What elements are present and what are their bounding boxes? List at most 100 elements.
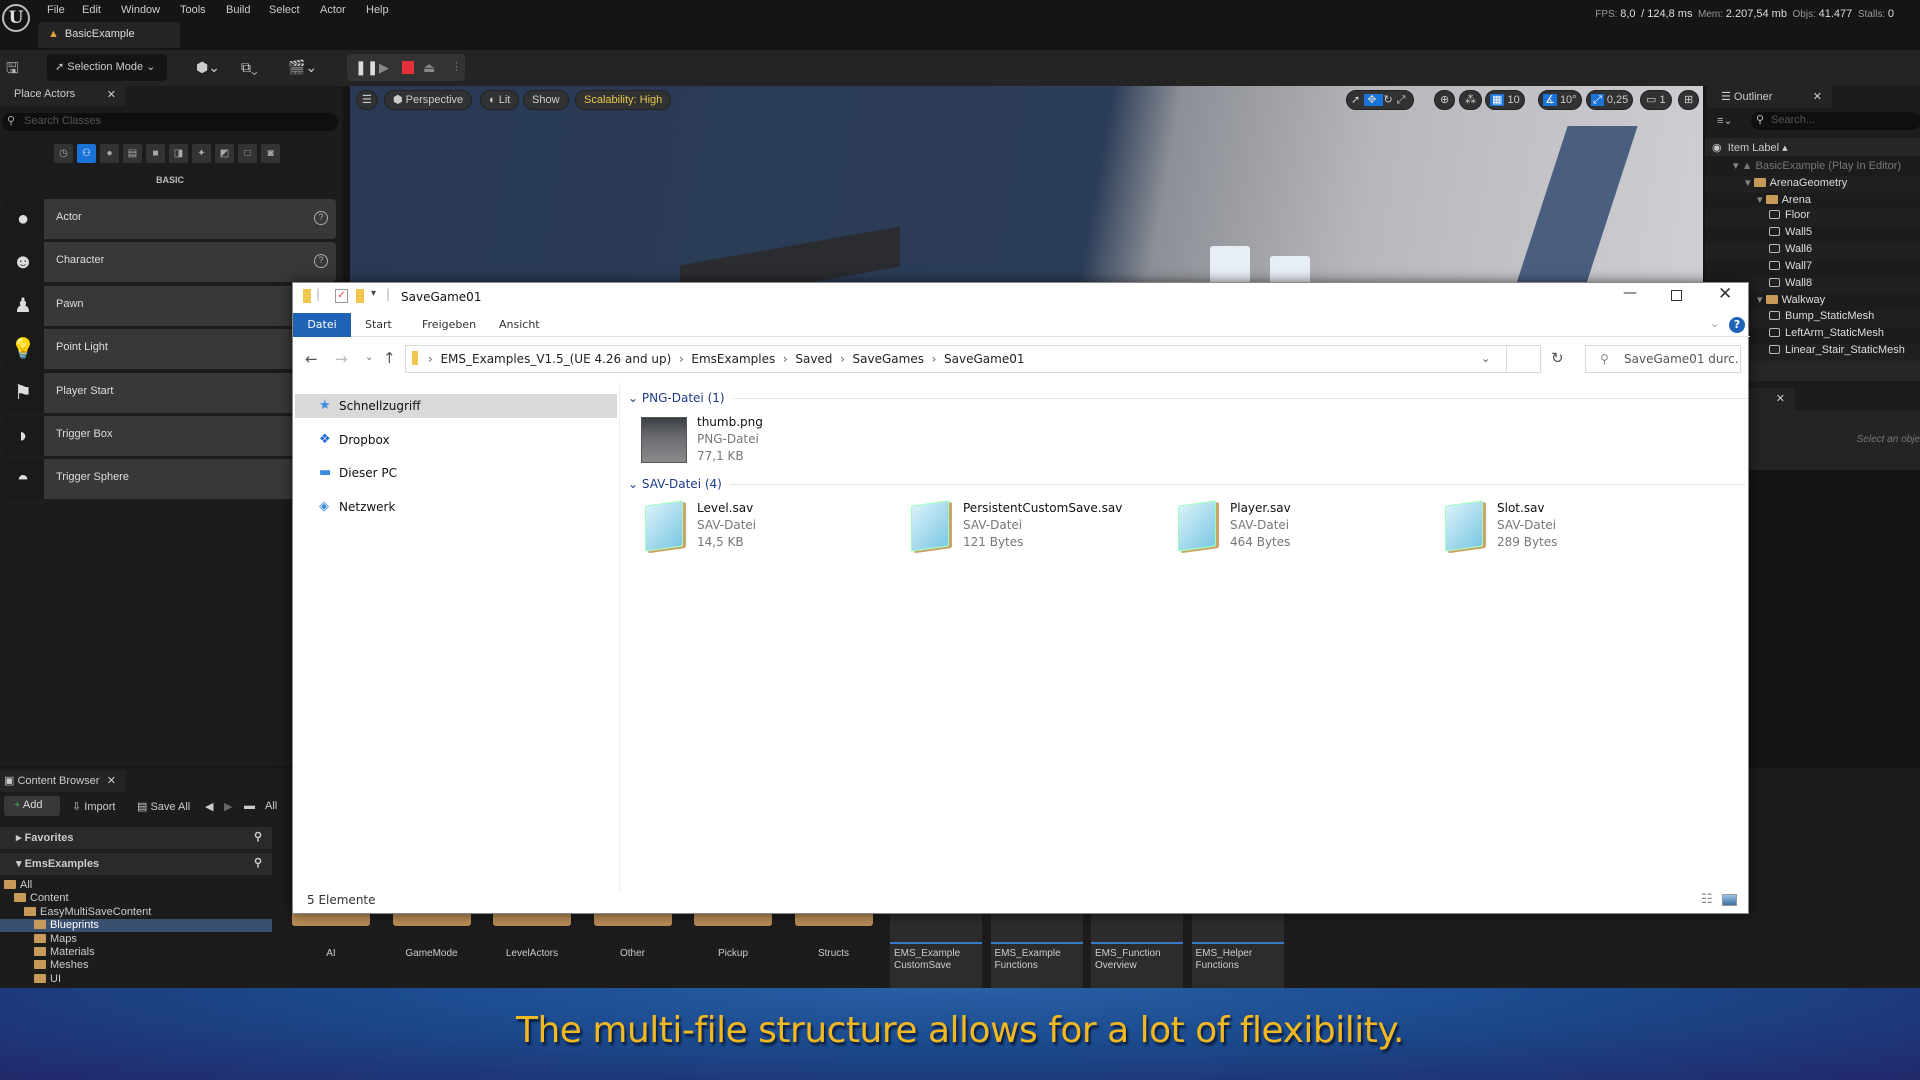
- recent-icon[interactable]: ◷: [54, 144, 73, 163]
- unreal-logo-icon[interactable]: U: [2, 4, 30, 32]
- forward-icon[interactable]: →: [335, 350, 348, 368]
- menu-actor[interactable]: Actor: [320, 4, 346, 16]
- rotation-snap-toggle[interactable]: ∡ 10°: [1538, 90, 1582, 110]
- group-header-png[interactable]: ⌄ PNG-Datei (1): [628, 391, 1748, 405]
- new-folder-icon[interactable]: [356, 289, 364, 303]
- folder-tree-item[interactable]: Blueprints: [0, 919, 272, 933]
- actor-item[interactable]: 💡 Point Light: [2, 329, 336, 369]
- actor-item[interactable]: ◓ Trigger Sphere: [2, 459, 336, 499]
- lit-button[interactable]: ◐ Lit: [480, 90, 520, 110]
- outliner-row[interactable]: ▾ ▲ BasicExample (Play In Editor): [1705, 159, 1920, 176]
- minimize-button[interactable]: —: [1623, 285, 1637, 301]
- volumes-icon[interactable]: ✦: [192, 144, 211, 163]
- quick-access-dropdown-icon[interactable]: ▾: [371, 288, 376, 299]
- details-view-icon[interactable]: ☷: [1701, 892, 1713, 907]
- menu-file[interactable]: File: [47, 4, 65, 16]
- back-icon[interactable]: ←: [305, 350, 318, 368]
- world-local-icon[interactable]: ⊕: [1434, 90, 1456, 110]
- content-browser-tab[interactable]: ▣ Content Browser ✕: [0, 770, 126, 792]
- select-icon[interactable]: ➚: [1351, 94, 1364, 106]
- folder-tree-item[interactable]: Meshes: [0, 959, 272, 972]
- stop-icon[interactable]: [402, 61, 414, 74]
- forward-icon[interactable]: ▶: [224, 800, 232, 813]
- level-tab[interactable]: ▲ BasicExample: [38, 22, 180, 48]
- menu-tools[interactable]: Tools: [180, 4, 206, 16]
- nav-dieser-pc[interactable]: ▬ Dieser PC: [295, 461, 617, 485]
- tab-ansicht[interactable]: Ansicht: [487, 313, 552, 337]
- refresh-icon[interactable]: ↻: [1551, 349, 1564, 367]
- outliner-row[interactable]: ▾ ArenaGeometry: [1705, 175, 1920, 193]
- project-section[interactable]: ▾ EmsExamples ⚲: [0, 853, 272, 875]
- close-button[interactable]: ✕: [1718, 284, 1732, 304]
- eject-icon[interactable]: ⏏: [423, 54, 435, 81]
- file-item[interactable]: Player.sav SAV-Datei 464 Bytes: [1174, 500, 1414, 555]
- favorites-section[interactable]: ▸ Favorites ⚲: [0, 827, 272, 849]
- actor-item[interactable]: ⚑ Player Start: [2, 373, 336, 413]
- save-icon[interactable]: 🖫: [6, 58, 19, 83]
- folder-tree-item[interactable]: Maps: [0, 933, 272, 946]
- cinematic-icon[interactable]: ▤: [123, 144, 142, 163]
- step-icon[interactable]: ▶: [379, 54, 389, 81]
- search-icon[interactable]: ⚲: [254, 830, 262, 843]
- search-icon[interactable]: ⚲: [254, 856, 262, 869]
- grid-snap-toggle[interactable]: ▦ 10: [1485, 90, 1525, 110]
- expand-arrow-icon[interactable]: ▾: [1733, 160, 1742, 172]
- expand-arrow-icon[interactable]: ▾: [1757, 294, 1766, 306]
- breadcrumb-item[interactable]: Saved: [795, 352, 832, 366]
- help-icon[interactable]: ?: [1729, 317, 1745, 333]
- pause-icon[interactable]: ❚❚: [355, 54, 378, 81]
- menu-build[interactable]: Build: [226, 4, 250, 16]
- viewport-menu-icon[interactable]: ☰: [356, 90, 378, 110]
- outliner-row[interactable]: Floor: [1705, 209, 1920, 227]
- close-icon[interactable]: ✕: [1813, 90, 1822, 103]
- tab-freigeben[interactable]: Freigeben: [410, 313, 488, 337]
- maximize-button[interactable]: [1671, 290, 1682, 301]
- folder-tile-label[interactable]: LevelActors: [487, 948, 577, 959]
- recent-locations-icon[interactable]: ⌄: [365, 352, 373, 363]
- import-button[interactable]: ⇩ Import: [72, 800, 115, 813]
- nav-dropbox[interactable]: ❖ Dropbox: [295, 428, 617, 452]
- selection-mode-dropdown[interactable]: ➚ Selection Mode ⌄: [47, 54, 167, 81]
- layout-icon[interactable]: ⊞: [1678, 90, 1700, 110]
- basic-icon[interactable]: ⚇: [77, 144, 96, 163]
- folder-tile-label[interactable]: Structs: [789, 948, 879, 959]
- search-classes-input[interactable]: ⚲ Search Classes: [2, 113, 338, 131]
- help-icon[interactable]: ?: [314, 211, 328, 225]
- file-item[interactable]: PersistentCustomSave.sav SAV-Datei 121 B…: [907, 500, 1147, 555]
- properties-icon[interactable]: ✓: [335, 289, 348, 303]
- show-button[interactable]: Show: [523, 90, 569, 110]
- scale-icon[interactable]: ⤢: [1397, 94, 1410, 106]
- visual-effects-icon[interactable]: ■: [146, 144, 165, 163]
- misc-icon[interactable]: ◙: [261, 144, 280, 163]
- folder-tree-item[interactable]: Materials: [0, 946, 272, 959]
- filter-icon[interactable]: ≡⌄: [1717, 114, 1733, 127]
- breadcrumb-item[interactable]: SaveGames: [853, 352, 924, 366]
- outliner-row[interactable]: Wall6: [1705, 243, 1920, 260]
- breadcrumb-item[interactable]: EmsExamples: [691, 352, 775, 366]
- folder-tile-label[interactable]: Other: [588, 948, 678, 959]
- actor-item[interactable]: ◗ Trigger Box: [2, 416, 336, 456]
- actor-item[interactable]: ☻ Character?: [2, 242, 336, 282]
- menu-window[interactable]: Window: [121, 4, 160, 16]
- camera-speed-button[interactable]: ▭ 1: [1640, 90, 1672, 110]
- more-icon[interactable]: ⋮: [451, 54, 462, 81]
- place-actors-tab[interactable]: Place Actors ✕: [0, 84, 126, 106]
- actor-item[interactable]: ● Actor?: [2, 199, 336, 239]
- surface-snap-icon[interactable]: ⁂: [1459, 90, 1482, 110]
- address-bar[interactable]: › EMS_Examples_V1.5_(UE 4.26 and up) › E…: [405, 345, 1541, 373]
- actor-item[interactable]: ♟ Pawn: [2, 286, 336, 326]
- close-icon[interactable]: ✕: [1776, 392, 1785, 405]
- folder-tree-item[interactable]: EasyMultiSaveContent: [0, 906, 272, 919]
- menu-edit[interactable]: Edit: [82, 4, 101, 16]
- folder-tree-item[interactable]: Content: [0, 892, 272, 905]
- folder-tile-label[interactable]: GameMode: [387, 948, 477, 959]
- file-item[interactable]: Level.sav SAV-Datei 14,5 KB: [641, 500, 881, 555]
- menu-select[interactable]: Select: [269, 4, 300, 16]
- nav-netzwerk[interactable]: ◈ Netzwerk: [295, 495, 617, 519]
- outliner-row[interactable]: ▾ Arena: [1705, 193, 1920, 210]
- path-all[interactable]: All: [265, 800, 277, 812]
- folder-tree-item[interactable]: All: [0, 879, 272, 892]
- expand-ribbon-icon[interactable]: ⌄: [1710, 317, 1719, 330]
- outliner-header[interactable]: ◉ Item Label ▴: [1705, 138, 1920, 156]
- tab-datei[interactable]: Datei: [293, 313, 351, 337]
